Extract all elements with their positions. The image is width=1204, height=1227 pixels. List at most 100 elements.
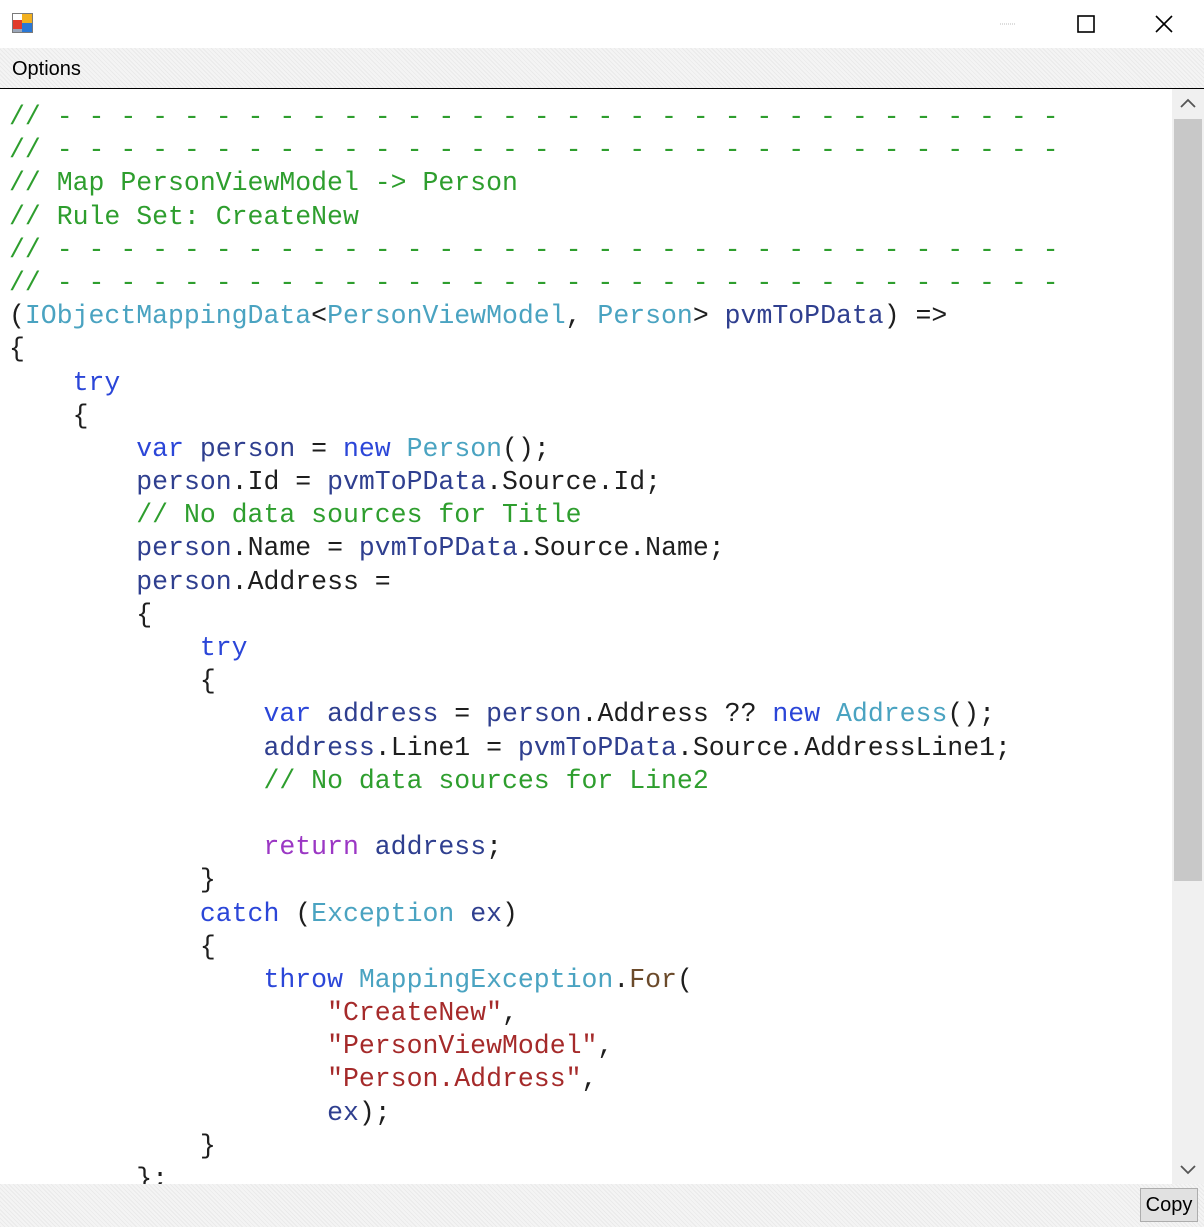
- code-line: // - - - - - - - - - - - - - - - - - - -…: [9, 134, 1059, 167]
- code-line: ex);: [9, 1097, 1059, 1130]
- code-line: var address = person.Address ?? new Addr…: [9, 698, 1059, 731]
- code-line: // - - - - - - - - - - - - - - - - - - -…: [9, 234, 1059, 267]
- code-token: ,: [581, 1064, 598, 1095]
- code-token: "Person.Address": [327, 1064, 582, 1095]
- code-line: }: [9, 864, 1059, 897]
- code-token: <: [311, 301, 328, 332]
- code-token: MappingException: [358, 964, 614, 995]
- code-token: // - - - - - - - - - - - - - - - - - - -…: [9, 267, 1059, 298]
- code-token: throw: [263, 964, 343, 995]
- scroll-down-button[interactable]: [1172, 1156, 1204, 1184]
- code-line: try: [9, 632, 1059, 665]
- code-line: // No data sources for Title: [9, 499, 1059, 532]
- vertical-scrollbar[interactable]: [1172, 89, 1204, 1184]
- code-token: .: [613, 964, 630, 995]
- code-token: Line1: [390, 732, 471, 763]
- code-token: // No data sources for Line2: [263, 765, 709, 796]
- maximize-button[interactable]: [1046, 0, 1126, 48]
- code-line: "Person.Address",: [9, 1063, 1059, 1096]
- code-line: // Rule Set: CreateNew: [9, 201, 1059, 234]
- code-token: Id: [247, 467, 280, 498]
- code-token: person: [486, 699, 582, 730]
- code-line: person.Id = pvmToPData.Source.Id;: [9, 466, 1059, 499]
- code-token: ex: [470, 898, 503, 929]
- code-line: "CreateNew",: [9, 997, 1059, 1030]
- code-token: try: [72, 367, 121, 398]
- code-token: Address: [247, 566, 359, 597]
- code-token: person: [199, 433, 296, 464]
- code-token: address: [263, 732, 375, 763]
- code-token: Source: [692, 732, 789, 763]
- code-token: ) =>: [883, 301, 948, 332]
- code-line: }: [9, 1130, 1059, 1163]
- scroll-up-button[interactable]: [1172, 89, 1204, 117]
- code-token: try: [199, 633, 248, 663]
- code-token: .: [486, 467, 503, 498]
- code-token: ,: [502, 998, 518, 1029]
- menu-options[interactable]: Options: [12, 58, 81, 81]
- code-token: return: [263, 832, 359, 863]
- code-token: address: [374, 832, 487, 863]
- code-token: Source: [533, 533, 630, 564]
- code-token: // Map PersonViewModel -> Person: [9, 168, 518, 199]
- code-token: catch: [199, 898, 280, 929]
- code-token: ;: [645, 467, 662, 498]
- code-token: ): [502, 898, 518, 929]
- code-line: // - - - - - - - - - - - - - - - - - - -…: [9, 267, 1059, 300]
- code-token: // Rule Set: CreateNew: [9, 201, 359, 232]
- code-token: }: [9, 1130, 216, 1161]
- code-token: .: [597, 467, 614, 498]
- code-token: }: [9, 865, 216, 896]
- code-line: (IObjectMappingData<PersonViewModel, Per…: [9, 300, 1059, 333]
- title-bar: [0, 0, 1204, 48]
- code-token: // - - - - - - - - - - - - - - - - - - -…: [9, 234, 1059, 265]
- code-token: Name: [247, 533, 312, 564]
- bottom-bar: Copy: [0, 1184, 1204, 1227]
- code-line: // Map PersonViewModel -> Person: [9, 167, 1059, 200]
- code-token: pvmToPData: [358, 533, 518, 564]
- code-line: var person = new Person();: [9, 433, 1059, 466]
- close-button[interactable]: [1124, 0, 1204, 48]
- copy-button[interactable]: Copy: [1140, 1188, 1198, 1222]
- windows-form-icon: [12, 13, 33, 33]
- code-token: pvmToPData: [327, 467, 487, 498]
- code-token: ex: [327, 1097, 359, 1128]
- code-token: person: [136, 566, 232, 597]
- code-token: {: [9, 599, 153, 630]
- chevron-up-icon: [1180, 98, 1196, 108]
- code-token: {: [9, 931, 216, 962]
- code-line: return address;: [9, 831, 1059, 864]
- code-token: Address: [836, 699, 948, 730]
- code-token: Id: [613, 467, 646, 498]
- code-token: ;: [995, 732, 1011, 763]
- scroll-thumb[interactable]: [1174, 119, 1202, 881]
- code-editor[interactable]: // - - - - - - - - - - - - - - - - - - -…: [0, 89, 1172, 1184]
- code-token: =: [358, 566, 391, 597]
- code-line: throw MappingException.For(: [9, 964, 1059, 997]
- code-token: Person: [597, 301, 693, 332]
- code-token: AddressLine1: [804, 732, 996, 763]
- code-token: new: [343, 433, 391, 464]
- code-token: person: [136, 533, 232, 564]
- code-line: // - - - - - - - - - - - - - - - - - - -…: [9, 101, 1059, 134]
- minimize-button[interactable]: [968, 0, 1048, 48]
- code-token: ;: [708, 533, 725, 564]
- code-token: var: [263, 699, 312, 730]
- code-token: (: [279, 898, 312, 929]
- code-token: >: [692, 301, 725, 332]
- code-token: .: [517, 533, 534, 564]
- code-token: pvmToPData: [724, 301, 884, 332]
- code-line: address.Line1 = pvmToPData.Source.Addres…: [9, 732, 1059, 765]
